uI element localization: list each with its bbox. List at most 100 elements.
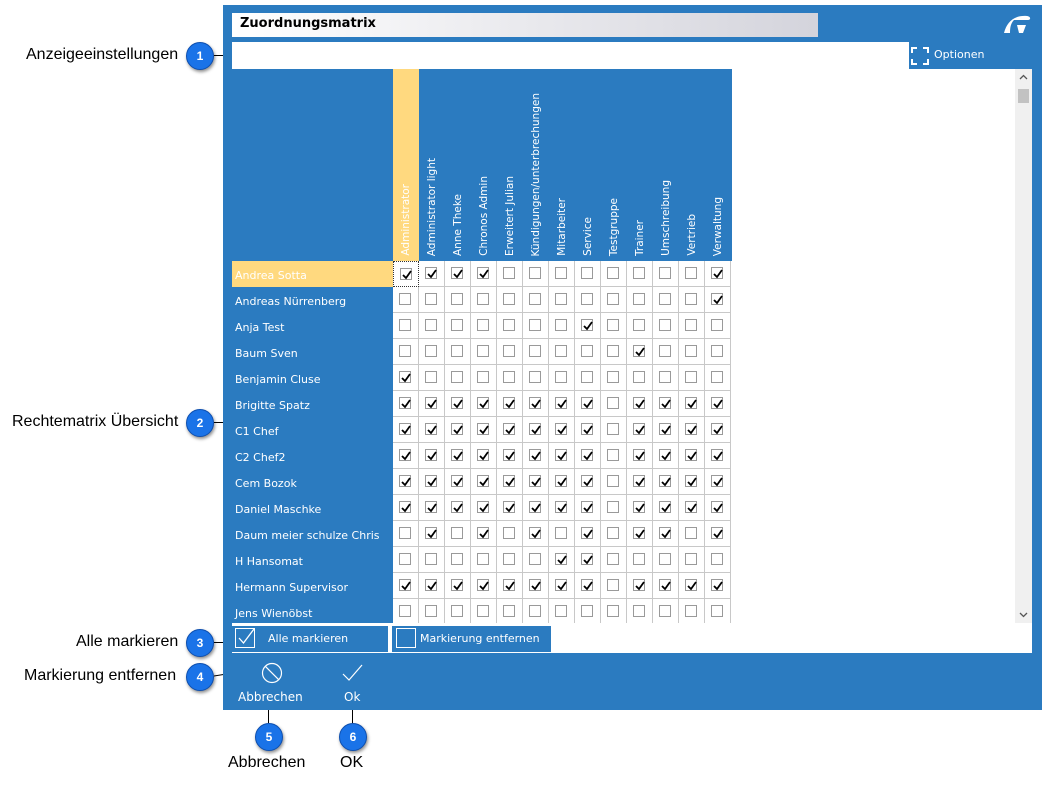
options-button[interactable]: Optionen [911, 46, 1001, 66]
cancel-button[interactable]: Abbrechen [235, 660, 305, 708]
row-header[interactable]: C2 Chef2 [232, 443, 393, 469]
checkbox-unchecked[interactable] [581, 293, 593, 305]
checkbox-checked[interactable] [685, 397, 697, 409]
checkbox-unchecked[interactable] [399, 319, 411, 331]
clear-selection-button[interactable]: Markierung entfernen [392, 626, 551, 652]
checkbox-checked[interactable] [581, 319, 593, 331]
checkbox-unchecked[interactable] [685, 267, 697, 279]
vertical-scrollbar[interactable] [1015, 69, 1032, 623]
checkbox-checked[interactable] [503, 397, 515, 409]
checkbox-checked[interactable] [477, 527, 489, 539]
checkbox-checked[interactable] [685, 423, 697, 435]
checkbox-checked[interactable] [477, 267, 489, 279]
checkbox-checked[interactable] [477, 501, 489, 513]
checkbox-checked[interactable] [659, 397, 671, 409]
checkbox-unchecked[interactable] [529, 267, 541, 279]
checkbox-checked[interactable] [633, 345, 645, 357]
column-header[interactable]: Administrator [393, 69, 419, 261]
checkbox-unchecked[interactable] [711, 319, 723, 331]
checkbox-checked[interactable] [503, 475, 515, 487]
checkbox-unchecked[interactable] [685, 605, 697, 617]
checkbox-checked[interactable] [633, 397, 645, 409]
checkbox-unchecked[interactable] [633, 293, 645, 305]
checkbox-checked[interactable] [477, 423, 489, 435]
checkbox-unchecked[interactable] [633, 267, 645, 279]
checkbox-unchecked[interactable] [425, 371, 437, 383]
checkbox-unchecked[interactable] [555, 371, 567, 383]
checkbox-unchecked[interactable] [529, 553, 541, 565]
checkbox-unchecked[interactable] [685, 527, 697, 539]
checkbox-checked[interactable] [711, 267, 723, 279]
checkbox-unchecked[interactable] [399, 293, 411, 305]
column-header[interactable]: Kündigungen/unterbrechungen [523, 69, 549, 261]
checkbox-checked[interactable] [659, 579, 671, 591]
checkbox-unchecked[interactable] [685, 371, 697, 383]
checkbox-unchecked[interactable] [503, 319, 515, 331]
checkbox-unchecked[interactable] [581, 605, 593, 617]
checkbox-unchecked[interactable] [633, 371, 645, 383]
checkbox-unchecked[interactable] [607, 267, 619, 279]
scroll-thumb[interactable] [1018, 89, 1029, 103]
checkbox-unchecked[interactable] [529, 293, 541, 305]
checkbox-unchecked[interactable] [425, 605, 437, 617]
checkbox-checked[interactable] [399, 449, 411, 461]
checkbox-unchecked[interactable] [607, 553, 619, 565]
checkbox-checked[interactable] [659, 501, 671, 513]
checkbox-checked[interactable] [503, 501, 515, 513]
checkbox-checked[interactable] [581, 553, 593, 565]
checkbox-unchecked[interactable] [633, 605, 645, 617]
checkbox-unchecked[interactable] [659, 371, 671, 383]
checkbox-unchecked[interactable] [659, 345, 671, 357]
checkbox-unchecked[interactable] [633, 553, 645, 565]
checkbox-checked[interactable] [685, 449, 697, 461]
checkbox-unchecked[interactable] [659, 605, 671, 617]
column-header[interactable]: Administrator light [419, 69, 445, 261]
checkbox-checked[interactable] [711, 501, 723, 513]
checkbox-checked[interactable] [633, 423, 645, 435]
row-header[interactable]: Baum Sven [232, 339, 393, 365]
column-header[interactable]: Verwaltung [705, 69, 731, 261]
checkbox-unchecked[interactable] [529, 371, 541, 383]
checkbox-checked[interactable] [477, 397, 489, 409]
checkbox-checked[interactable] [659, 449, 671, 461]
checkbox-unchecked[interactable] [451, 345, 463, 357]
checkbox-checked[interactable] [451, 423, 463, 435]
checkbox-checked[interactable] [400, 268, 412, 280]
checkbox-checked[interactable] [529, 579, 541, 591]
checkbox-unchecked[interactable] [633, 319, 645, 331]
checkbox-unchecked[interactable] [685, 293, 697, 305]
checkbox-checked[interactable] [581, 501, 593, 513]
checkbox-checked[interactable] [399, 475, 411, 487]
checkbox-checked[interactable] [399, 371, 411, 383]
checkbox-unchecked[interactable] [711, 345, 723, 357]
checkbox-checked[interactable] [659, 527, 671, 539]
checkbox-unchecked[interactable] [607, 501, 619, 513]
checkbox-unchecked[interactable] [529, 605, 541, 617]
checkbox-unchecked[interactable] [555, 293, 567, 305]
checkbox-unchecked[interactable] [555, 527, 567, 539]
checkbox-unchecked[interactable] [659, 267, 671, 279]
checkbox-unchecked[interactable] [607, 579, 619, 591]
row-header[interactable]: Hermann Supervisor [232, 573, 393, 599]
checkbox-checked[interactable] [451, 501, 463, 513]
checkbox-unchecked[interactable] [477, 345, 489, 357]
checkbox-checked[interactable] [451, 579, 463, 591]
checkbox-unchecked[interactable] [425, 319, 437, 331]
checkbox-unchecked[interactable] [425, 345, 437, 357]
checkbox-checked[interactable] [425, 397, 437, 409]
checkbox-checked[interactable] [425, 475, 437, 487]
checkbox-unchecked[interactable] [451, 605, 463, 617]
checkbox-checked[interactable] [425, 423, 437, 435]
column-header[interactable]: Vertrieb [679, 69, 705, 261]
checkbox-unchecked[interactable] [659, 319, 671, 331]
checkbox-unchecked[interactable] [659, 553, 671, 565]
checkbox-checked[interactable] [425, 579, 437, 591]
checkbox-checked[interactable] [451, 449, 463, 461]
checkbox-checked[interactable] [503, 423, 515, 435]
checkbox-checked[interactable] [711, 397, 723, 409]
checkbox-unchecked[interactable] [477, 371, 489, 383]
checkbox-unchecked[interactable] [607, 293, 619, 305]
checkbox-unchecked[interactable] [607, 319, 619, 331]
checkbox-checked[interactable] [503, 579, 515, 591]
checkbox-checked[interactable] [555, 397, 567, 409]
